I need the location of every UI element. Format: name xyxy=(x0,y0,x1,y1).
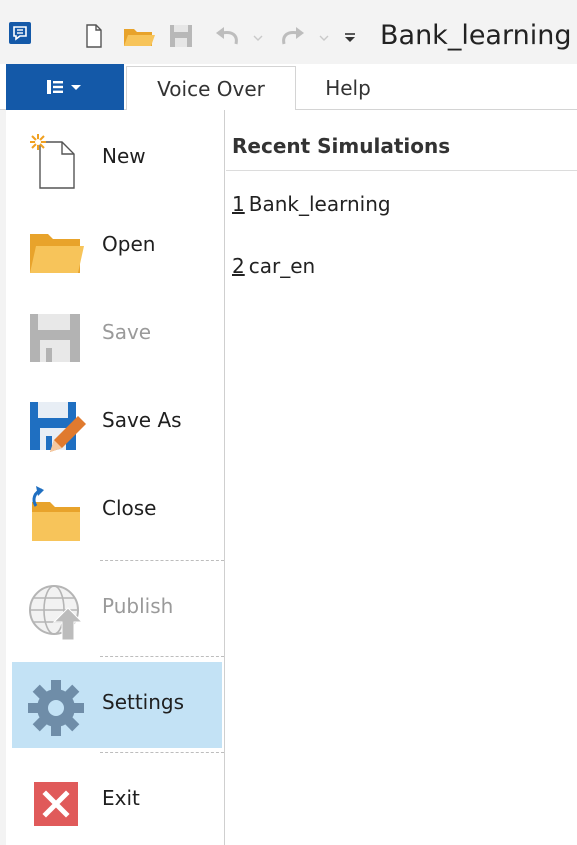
folder-icon xyxy=(30,234,84,273)
recent-item-car-en[interactable]: 2 car_en xyxy=(232,254,315,278)
undo-icon xyxy=(216,27,238,45)
new-document-icon xyxy=(30,134,75,189)
open-folder-icon[interactable] xyxy=(122,24,156,48)
undo-dropdown-icon xyxy=(253,35,263,41)
recent-item-number: 1 xyxy=(232,192,245,216)
menu-item-label: New xyxy=(102,144,146,168)
menu-item-save-as[interactable]: Save As xyxy=(12,380,222,466)
menu-separator xyxy=(100,656,224,657)
customize-qat-icon[interactable] xyxy=(342,24,358,48)
menu-separator xyxy=(100,752,224,753)
menu-item-open[interactable]: Open xyxy=(12,204,222,290)
menu-item-new[interactable]: New xyxy=(12,116,222,202)
title-bar: Bank_learning - xyxy=(0,0,577,64)
close-folder-icon xyxy=(32,486,80,541)
menu-separator xyxy=(100,560,224,561)
recent-simulations-header: Recent Simulations xyxy=(232,134,451,158)
window-title: Bank_learning - xyxy=(380,20,577,51)
exit-icon xyxy=(34,782,78,826)
redo-icon xyxy=(282,27,304,45)
backstage-menu: New Open Save Save As Close Publish Sett… xyxy=(6,110,225,845)
menu-item-publish: Publish xyxy=(12,566,222,652)
menu-item-label: Save xyxy=(102,320,152,344)
redo-dropdown-icon xyxy=(319,35,329,41)
menu-item-settings[interactable]: Settings xyxy=(12,662,222,748)
menu-item-label: Publish xyxy=(102,594,174,618)
tab-help[interactable]: Help xyxy=(296,66,400,110)
menu-item-label: Close xyxy=(102,496,157,520)
menu-item-label: Save As xyxy=(102,408,182,432)
menu-item-exit[interactable]: Exit xyxy=(12,758,222,844)
menu-list-icon xyxy=(47,80,81,94)
menu-item-label: Open xyxy=(102,232,156,256)
menu-item-label: Settings xyxy=(102,690,185,714)
recent-item-name: Bank_learning xyxy=(248,192,391,216)
tab-voice-over[interactable]: Voice Over xyxy=(126,66,296,111)
menu-item-close[interactable]: Close xyxy=(12,468,222,554)
ribbon-tab-row: Voice Over Help xyxy=(0,64,577,111)
recent-item-number: 2 xyxy=(232,254,245,278)
menu-item-save: Save xyxy=(12,292,222,378)
app-icon[interactable] xyxy=(9,22,31,44)
recent-simulations-panel: Recent Simulations 1 Bank_learning 2 car_e… xyxy=(226,110,577,845)
save-as-icon xyxy=(30,402,86,452)
save-icon xyxy=(30,314,80,362)
gear-icon xyxy=(28,680,84,736)
recent-item-name: car_en xyxy=(248,254,316,278)
menu-item-label: Exit xyxy=(102,786,140,810)
save-icon xyxy=(170,25,192,47)
publish-globe-icon xyxy=(29,585,84,641)
header-divider xyxy=(226,170,577,171)
new-document-icon[interactable] xyxy=(84,24,104,48)
file-tab[interactable] xyxy=(6,64,124,110)
recent-item-bank-learning[interactable]: 1 Bank_learning xyxy=(232,192,391,216)
